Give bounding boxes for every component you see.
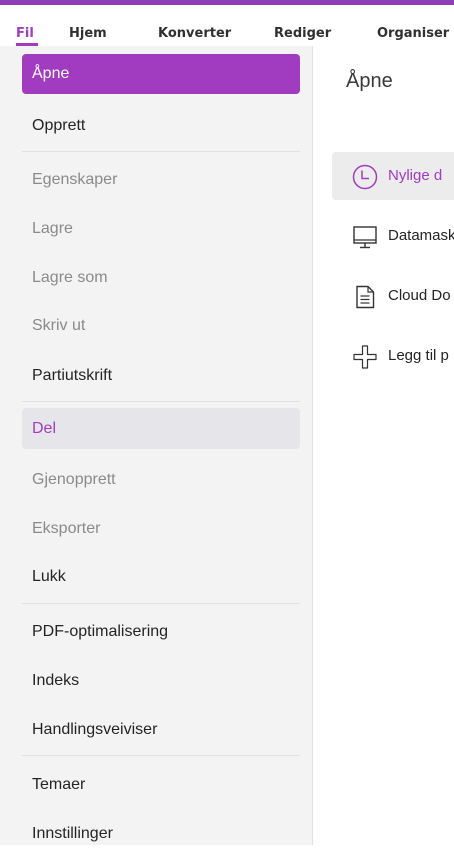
sidebar-item-export[interactable]: Eksporter <box>22 508 300 549</box>
sidebar-item-pdf-optimization[interactable]: PDF-optimalisering <box>22 611 300 652</box>
sidebar-item-properties[interactable]: Egenskaper <box>22 159 300 200</box>
open-option-computer-label: Datamask <box>388 227 454 244</box>
sidebar-item-themes[interactable]: Temaer <box>22 764 300 805</box>
sidebar-item-batch-print[interactable]: Partiutskrift <box>22 355 300 396</box>
open-option-cloud[interactable]: Cloud Do <box>332 272 454 320</box>
sidebar-item-settings[interactable]: Innstillinger <box>22 813 300 854</box>
sidebar-item-open[interactable]: Åpne <box>22 54 300 94</box>
sidebar-item-create[interactable]: Opprett <box>22 105 300 146</box>
sidebar-item-index[interactable]: Indeks <box>22 660 300 701</box>
sidebar-item-print[interactable]: Skriv ut <box>22 305 300 346</box>
menu-rediger[interactable]: Rediger <box>274 26 331 41</box>
menu-organiser[interactable]: Organiser <box>377 26 449 41</box>
sidebar-item-action-wizard[interactable]: Handlingsveiviser <box>22 709 300 750</box>
open-option-recent-label: Nylige d <box>388 167 443 184</box>
sidebar-item-restore[interactable]: Gjenopprett <box>22 459 300 500</box>
sidebar-separator <box>22 755 300 756</box>
sidebar-separator <box>22 603 300 604</box>
sidebar-separator <box>22 401 300 402</box>
clock-icon <box>352 164 378 190</box>
menu-konverter[interactable]: Konverter <box>158 26 231 41</box>
open-option-cloud-label: Cloud Do <box>388 287 451 304</box>
sidebar-item-save[interactable]: Lagre <box>22 208 300 249</box>
sidebar-item-close[interactable]: Lukk <box>22 556 300 597</box>
open-option-add-place[interactable]: Legg til p <box>332 332 454 380</box>
document-icon <box>352 284 378 310</box>
sidebar-item-share[interactable]: Del <box>22 408 300 449</box>
plus-icon <box>352 344 378 370</box>
menu-bar: Fil Hjem Konverter Rediger Organiser <box>0 5 454 46</box>
file-sidebar: Åpne Opprett Egenskaper Lagre Lagre som … <box>0 46 313 845</box>
page-title: Åpne <box>346 70 393 92</box>
sidebar-item-save-as[interactable]: Lagre som <box>22 257 300 298</box>
open-option-computer[interactable]: Datamask <box>332 212 454 260</box>
menu-hjem[interactable]: Hjem <box>69 26 107 41</box>
open-option-add-place-label: Legg til p <box>388 347 449 364</box>
open-option-recent[interactable]: Nylige d <box>332 152 454 200</box>
menu-fil[interactable]: Fil <box>16 26 34 41</box>
sidebar-separator <box>22 151 300 152</box>
monitor-icon <box>352 224 378 250</box>
